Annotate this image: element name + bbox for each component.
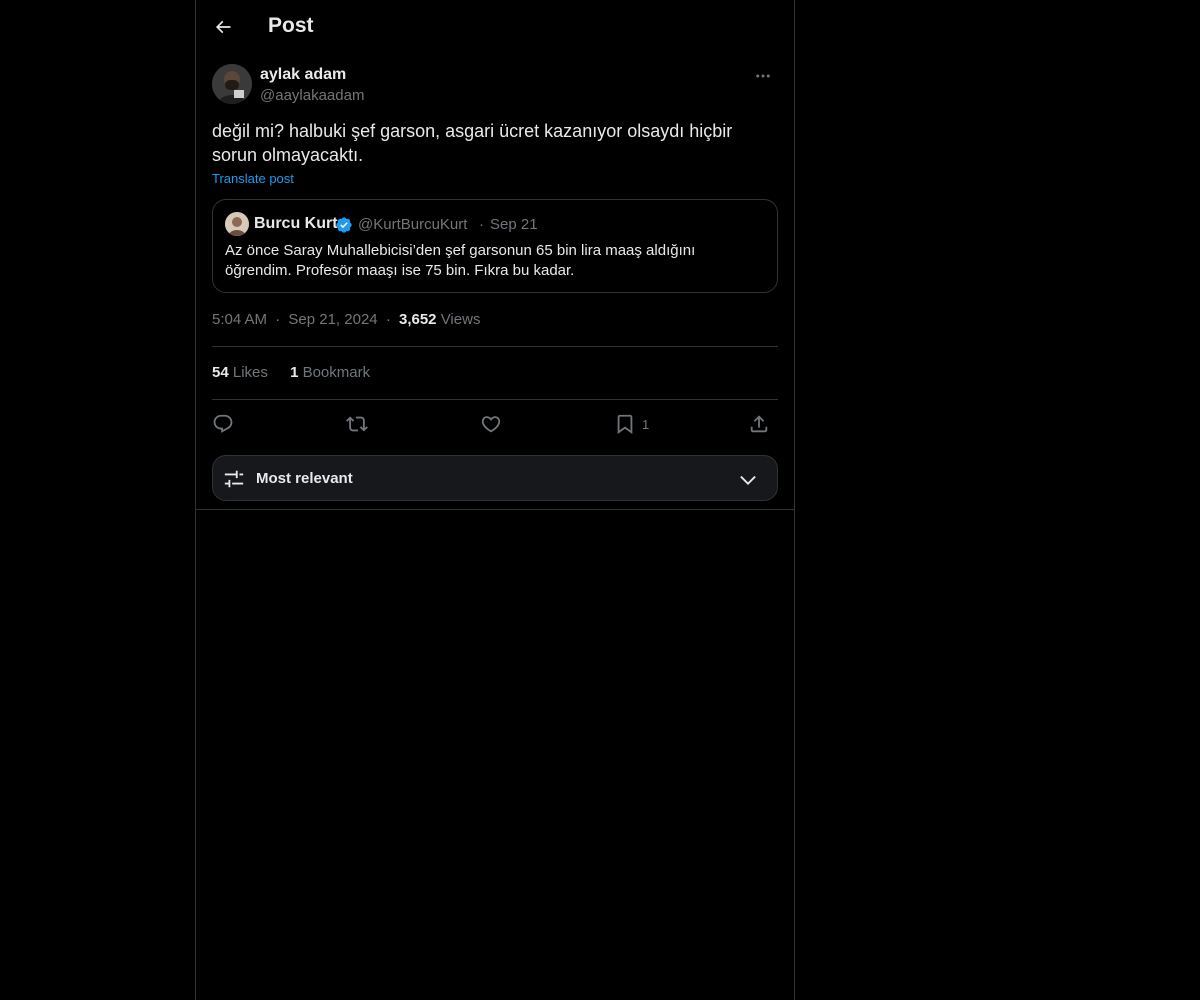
sliders-icon bbox=[224, 470, 244, 488]
separator: · bbox=[385, 311, 391, 328]
reply-icon bbox=[213, 414, 233, 433]
arrow-left-icon bbox=[215, 20, 231, 34]
more-icon bbox=[756, 74, 770, 78]
repost-button[interactable] bbox=[346, 410, 368, 438]
avatar[interactable] bbox=[212, 64, 252, 104]
author-name[interactable]: aylak adam bbox=[260, 66, 346, 84]
post-text: değil mi? halbuki şef garson, asgari ücr… bbox=[212, 121, 733, 165]
quote-text: Az önce Saray Muhallebicisi’den şef gars… bbox=[225, 242, 696, 279]
main-column: Post aylak adam @aaylakaadam değil mi? h… bbox=[195, 0, 795, 1000]
bookmark-button[interactable]: 1 bbox=[614, 410, 649, 438]
post-author: aylak adam @aaylakaadam bbox=[212, 64, 778, 108]
translate-post-link[interactable]: Translate post bbox=[212, 171, 294, 186]
page-title: Post bbox=[268, 14, 314, 37]
quote-avatar bbox=[225, 212, 249, 236]
bookmarks-count: 1 bbox=[290, 364, 299, 381]
share-icon bbox=[750, 415, 768, 433]
bookmarks-stat[interactable]: 1 Bookmark bbox=[290, 364, 370, 381]
sort-label: Most relevant bbox=[256, 470, 353, 487]
post-time[interactable]: 5:04 AM bbox=[212, 311, 267, 328]
separator: · bbox=[479, 216, 484, 233]
quote-author-handle: @KurtBurcuKurt bbox=[358, 216, 468, 233]
bookmark-count: 1 bbox=[642, 416, 650, 432]
views-label: Views bbox=[440, 311, 481, 328]
separator: · bbox=[275, 311, 281, 328]
likes-count: 54 bbox=[212, 364, 229, 381]
verified-badge-icon bbox=[336, 217, 352, 233]
more-options-button[interactable] bbox=[748, 64, 778, 88]
post-date[interactable]: Sep 21, 2024 bbox=[288, 311, 377, 328]
like-button[interactable] bbox=[480, 410, 502, 438]
divider bbox=[212, 346, 778, 347]
quoted-post[interactable]: Burcu Kurt @KurtBurcuKurt · Sep 21 Az ön… bbox=[212, 199, 778, 293]
bookmarks-label: Bookmark bbox=[302, 364, 371, 381]
views-count: 3,652 bbox=[398, 311, 437, 328]
divider bbox=[212, 399, 778, 400]
share-button[interactable] bbox=[748, 410, 770, 438]
quote-author-name: Burcu Kurt bbox=[254, 215, 338, 232]
bookmark-icon bbox=[617, 414, 633, 435]
repost-icon bbox=[346, 416, 368, 432]
post-meta: 5:04 AM · Sep 21, 2024 · 3,652 Views bbox=[212, 311, 480, 331]
quote-date: Sep 21 bbox=[490, 216, 538, 233]
action-bar: 1 bbox=[212, 410, 778, 438]
page-header: Post bbox=[196, 0, 794, 53]
post-stats: 54 Likes 1 Bookmark bbox=[212, 364, 388, 384]
likes-stat[interactable]: 54 Likes bbox=[212, 364, 268, 381]
author-handle[interactable]: @aaylakaadam bbox=[260, 87, 364, 104]
sort-replies-dropdown[interactable]: Most relevant bbox=[212, 455, 778, 501]
heart-icon bbox=[481, 416, 501, 433]
likes-label: Likes bbox=[232, 364, 268, 381]
back-button[interactable] bbox=[208, 12, 238, 42]
divider bbox=[196, 509, 794, 510]
reply-button[interactable] bbox=[212, 410, 234, 438]
chevron-down-icon bbox=[740, 475, 756, 485]
